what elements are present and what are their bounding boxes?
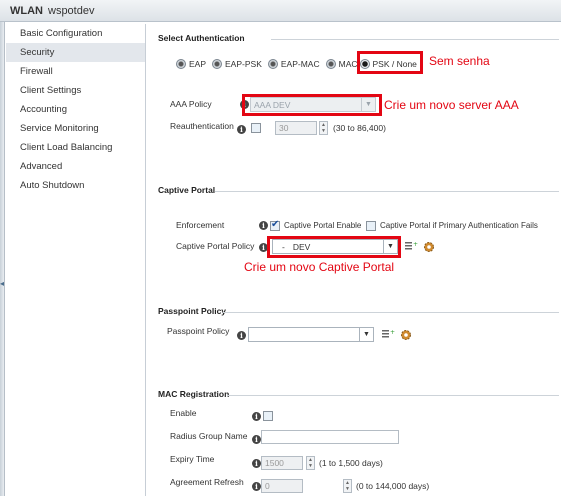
reauthentication-input[interactable]: 30 xyxy=(275,121,317,135)
annotation-aaa: Crie um novo server AAA xyxy=(384,98,519,112)
radius-group-name-input[interactable] xyxy=(261,430,399,444)
captive-portal-primary-fail-checkbox[interactable] xyxy=(366,221,376,231)
info-icon: i xyxy=(252,482,261,491)
agreement-refresh-input[interactable]: 0 xyxy=(261,479,303,493)
section-title: Select Authentication xyxy=(158,33,245,43)
create-policy-icon[interactable]: + xyxy=(381,328,395,340)
section-title: Captive Portal xyxy=(158,185,216,195)
sidebar-item-advanced[interactable]: Advanced xyxy=(6,157,145,176)
svg-text:+: + xyxy=(390,329,395,336)
sidebar-item-security[interactable]: Security xyxy=(6,43,145,62)
captive-portal-enable-label: Captive Portal Enable xyxy=(284,221,362,230)
radio-dot-icon xyxy=(176,59,186,69)
radio-label: EAP xyxy=(189,59,207,69)
reauthentication-range: (30 to 86,400) xyxy=(333,123,386,133)
radio-dot-icon xyxy=(267,59,278,69)
sidebar-item-auto-shutdown[interactable]: Auto Shutdown xyxy=(6,176,145,195)
window-title-bar: WLAN wspotdev xyxy=(0,0,561,22)
radio-label: MAC xyxy=(338,59,358,69)
radio-dot-icon xyxy=(212,59,223,69)
aaa-policy-label: AAA Policy xyxy=(170,99,212,109)
info-icon: i xyxy=(252,412,261,421)
passpoint-policy-select[interactable]: ▼ xyxy=(248,327,374,342)
info-icon: i xyxy=(252,459,261,468)
captive-portal-primary-fail-label: Captive Portal if Primary Authentication… xyxy=(380,221,538,230)
collapse-arrow-icon: ◂ xyxy=(0,279,5,288)
gear-icon[interactable] xyxy=(400,329,412,341)
annotation-box-aaa xyxy=(242,94,382,116)
expiry-time-stepper[interactable]: ▲ ▼ xyxy=(306,456,315,470)
agreement-refresh-label: Agreement Refresh xyxy=(170,477,244,487)
sidebar-item-basic-configuration[interactable]: Basic Configuration xyxy=(6,24,145,43)
passpoint-policy-label: Passpoint Policy xyxy=(167,326,230,336)
main-content: Select Authentication EAP EAP-PSK EAP-MA… xyxy=(147,22,561,496)
chevron-down-icon: ▼ xyxy=(359,328,373,341)
mac-enable-checkbox[interactable] xyxy=(263,411,273,421)
radius-group-name-label: Radius Group Name xyxy=(170,431,248,441)
info-icon: i xyxy=(259,221,268,230)
radio-label: EAP-PSK xyxy=(225,59,262,69)
wlan-name: wspotdev xyxy=(48,4,95,17)
info-icon: i xyxy=(237,125,246,134)
expiry-time-input[interactable]: 1500 xyxy=(261,456,303,470)
radio-eap-psk[interactable]: EAP-PSK xyxy=(212,59,262,69)
sidebar: Basic Configuration Security Firewall Cl… xyxy=(6,24,146,496)
agreement-refresh-stepper[interactable]: ▲ ▼ xyxy=(343,479,352,493)
section-captive-portal: Captive Portal xyxy=(158,185,215,195)
sidebar-item-accounting[interactable]: Accounting xyxy=(6,100,145,119)
sidebar-item-firewall[interactable]: Firewall xyxy=(6,62,145,81)
captive-portal-enable-checkbox[interactable] xyxy=(270,219,280,231)
title-prefix: WLAN xyxy=(10,4,43,17)
sidebar-item-client-load-balancing[interactable]: Client Load Balancing xyxy=(6,138,145,157)
section-mac-registration: MAC Registration xyxy=(158,389,229,399)
create-policy-icon[interactable]: + xyxy=(404,240,418,252)
sidebar-item-client-settings[interactable]: Client Settings xyxy=(6,81,145,100)
radio-eap-mac[interactable]: EAP-MAC xyxy=(267,59,320,69)
radio-eap[interactable]: EAP xyxy=(176,59,206,69)
svg-text:+: + xyxy=(413,241,418,248)
section-passpoint-policy: Passpoint Policy xyxy=(158,306,226,316)
enforcement-label: Enforcement xyxy=(176,220,225,230)
radio-mac[interactable]: MAC xyxy=(325,59,358,69)
radio-dot-icon xyxy=(325,59,336,69)
annotation-box-captive xyxy=(267,236,401,258)
annotation-psk: Sem senha xyxy=(429,54,490,68)
mac-enable-label: Enable xyxy=(170,408,197,418)
annotation-captive: Crie um novo Captive Portal xyxy=(244,260,395,274)
captive-portal-policy-label: Captive Portal Policy xyxy=(176,241,255,251)
annotation-box-psk xyxy=(357,51,423,74)
expiry-time-label: Expiry Time xyxy=(170,454,215,464)
section-select-authentication: Select Authentication xyxy=(158,33,245,43)
sidebar-item-service-monitoring[interactable]: Service Monitoring xyxy=(6,119,145,138)
radio-label: EAP-MAC xyxy=(280,59,320,69)
info-icon: i xyxy=(237,331,246,340)
section-title: Passpoint Policy xyxy=(158,306,227,316)
reauthentication-checkbox[interactable] xyxy=(251,123,261,133)
gear-icon[interactable] xyxy=(423,241,435,253)
expiry-time-range: (1 to 1,500 days) xyxy=(319,458,383,468)
section-title: MAC Registration xyxy=(158,389,230,399)
reauthentication-label: Reauthentication xyxy=(170,121,234,131)
agreement-refresh-range: (0 to 144,000 days) xyxy=(356,481,430,491)
collapse-handle[interactable]: ◂ xyxy=(0,22,5,496)
reauthentication-stepper[interactable]: ▲ ▼ xyxy=(319,121,328,135)
info-icon: i xyxy=(252,435,261,444)
